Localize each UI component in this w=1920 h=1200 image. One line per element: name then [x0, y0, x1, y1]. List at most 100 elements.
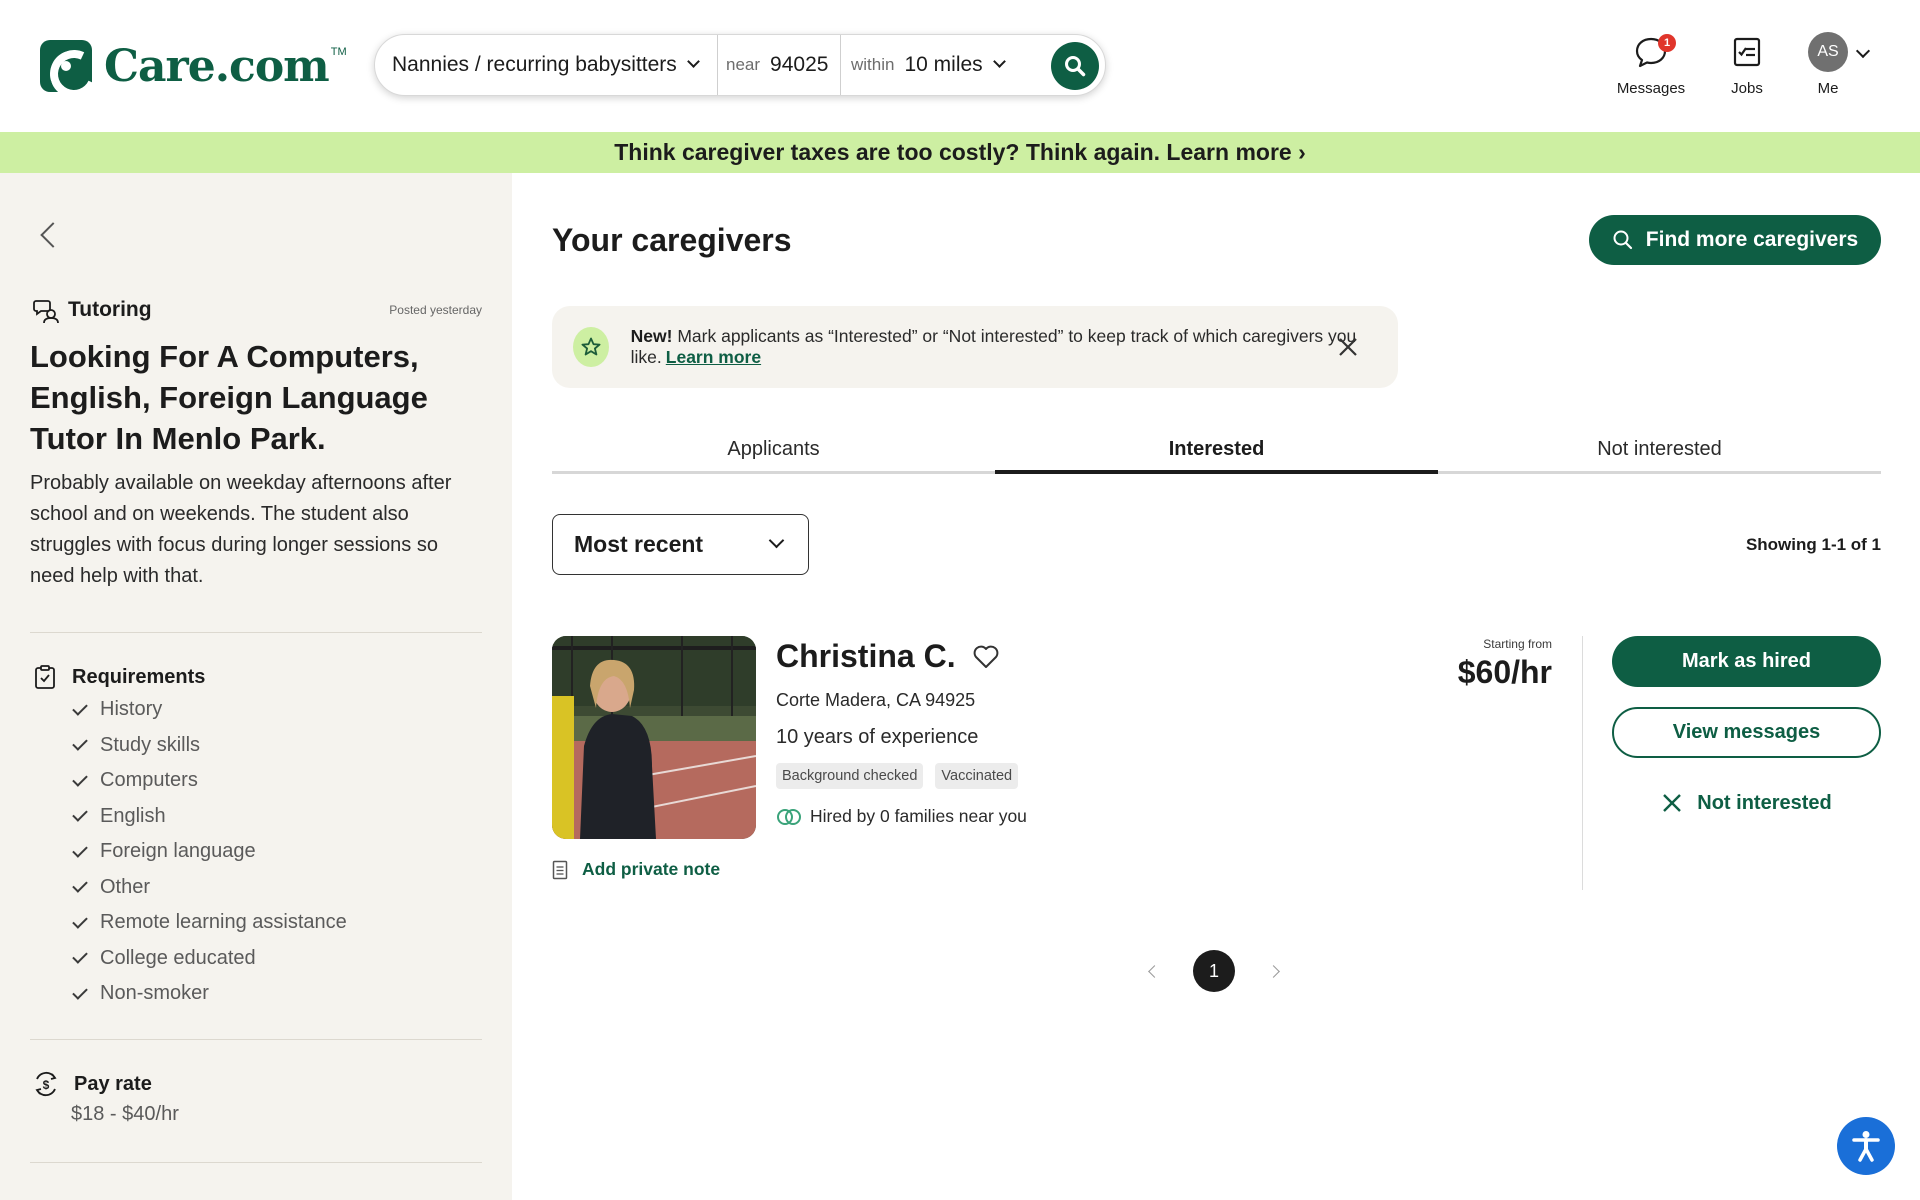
messages-label: Messages [1616, 80, 1686, 97]
requirement-item: Non-smoker [72, 976, 347, 1012]
find-more-label: Find more caregivers [1645, 228, 1859, 251]
tab-not-interested[interactable]: Not interested [1438, 432, 1881, 471]
promo-banner[interactable]: Think caregiver taxes are too costly? Th… [0, 132, 1920, 173]
chevron-down-icon [686, 54, 700, 68]
pagination: 1 [1148, 950, 1280, 992]
check-icon [72, 877, 88, 894]
caregiver-name[interactable]: Christina C. [776, 638, 956, 675]
caregiver-rate: $60/hr [1457, 654, 1552, 690]
caregiver-experience: 10 years of experience [776, 726, 979, 748]
requirement-item: Study skills [72, 728, 347, 764]
requirements-heading: Requirements [32, 664, 205, 690]
find-more-caregivers-button[interactable]: Find more caregivers [1589, 215, 1881, 265]
near-label: near [726, 55, 761, 74]
check-icon [72, 806, 88, 823]
page-number-current[interactable]: 1 [1193, 950, 1235, 992]
requirement-item: Foreign language [72, 834, 347, 870]
chevron-left-icon[interactable] [1148, 964, 1161, 978]
results-count: Showing 1-1 of 1 [1745, 535, 1881, 554]
close-icon [1663, 794, 1682, 812]
service-dropdown[interactable]: Nannies / recurring babysitters [375, 35, 717, 95]
jobs-label: Jobs [1731, 80, 1763, 97]
search-icon [1613, 230, 1632, 250]
vaccinated-badge: Vaccinated [935, 763, 1019, 789]
sidebar-divider [30, 1162, 482, 1163]
page-title: Your caregivers [552, 222, 792, 258]
job-type: Tutoring [32, 296, 152, 324]
background-checked-badge: Background checked [776, 763, 924, 789]
posted-time: Posted yesterday [389, 303, 482, 317]
pay-rate-value: $18 - $40/hr [71, 1103, 179, 1125]
hired-rings-icon [777, 808, 801, 825]
view-messages-button[interactable]: View messages [1612, 707, 1881, 758]
check-icon [72, 948, 88, 965]
chevron-down-icon [992, 54, 1006, 68]
jobs-clipboard-icon [1733, 37, 1761, 67]
sort-dropdown[interactable]: Most recent [552, 514, 809, 575]
requirement-item: History [72, 692, 347, 728]
check-icon [72, 983, 88, 1000]
check-icon [72, 699, 88, 716]
caregiver-badges: Background checked Vaccinated [776, 763, 1030, 789]
star-icon-wrap [573, 327, 609, 367]
notice-new-label: New! [630, 326, 673, 346]
pay-rate-icon: $ [35, 1071, 57, 1097]
requirements-label: Requirements [72, 665, 206, 688]
add-private-note-button[interactable]: Add private note [552, 859, 720, 880]
pay-rate-label: Pay rate [74, 1072, 152, 1095]
not-interested-label: Not interested [1697, 791, 1832, 814]
caregiver-name-row: Christina C. [776, 638, 1000, 675]
learn-more-link[interactable]: Learn more [666, 347, 761, 367]
chevron-down-icon[interactable] [1855, 43, 1871, 59]
zip-input[interactable]: near 94025 [718, 35, 840, 95]
me-label: Me [1817, 80, 1839, 97]
caregiver-photo-image [552, 636, 756, 839]
hired-info: Hired by 0 families near you [776, 806, 1027, 827]
distance-value: 10 miles [904, 53, 983, 76]
tab-applicants[interactable]: Applicants [552, 432, 995, 471]
avatar: AS [1808, 32, 1848, 72]
clipboard-check-icon [35, 665, 55, 689]
requirement-label: English [100, 804, 166, 827]
jobs-icon-wrap [1730, 32, 1764, 72]
caregiver-tabs: Applicants Interested Not interested [552, 432, 1881, 474]
nav-me[interactable]: AS Me [1808, 32, 1848, 97]
sort-value: Most recent [574, 531, 704, 557]
check-icon [72, 912, 88, 929]
star-icon [581, 337, 601, 356]
accessibility-icon [1852, 1131, 1880, 1162]
search-button[interactable] [1051, 42, 1099, 90]
nav-jobs[interactable]: Jobs [1722, 32, 1772, 97]
mark-as-hired-label: Mark as hired [1682, 650, 1811, 672]
note-icon [552, 860, 568, 879]
sidebar-divider [30, 632, 482, 633]
within-label: within [851, 55, 895, 74]
requirement-label: Remote learning assistance [100, 911, 347, 934]
mark-as-hired-button[interactable]: Mark as hired [1612, 636, 1881, 687]
view-messages-label: View messages [1672, 721, 1821, 743]
chevron-right-icon[interactable] [1267, 964, 1280, 978]
requirement-label: College educated [100, 946, 256, 969]
messages-icon-wrap: 1 [1634, 32, 1676, 72]
care-logo[interactable]: Care.com TM [40, 40, 347, 92]
top-header: Care.com TM Nannies / recurring babysitt… [0, 0, 1920, 132]
requirement-label: Non-smoker [100, 982, 209, 1005]
heart-icon[interactable] [972, 644, 1000, 670]
chevron-down-icon [768, 532, 785, 549]
requirement-label: Other [100, 875, 151, 898]
add-note-label: Add private note [582, 859, 721, 879]
accessibility-button[interactable] [1837, 1117, 1895, 1175]
check-icon [72, 770, 88, 787]
distance-dropdown[interactable]: within 10 miles [841, 35, 1053, 95]
messages-badge: 1 [1658, 34, 1676, 52]
nav-messages[interactable]: 1 Messages [1614, 32, 1688, 97]
caregiver-photo[interactable] [552, 636, 756, 839]
tab-interested[interactable]: Interested [995, 432, 1438, 474]
logo-text: Care.com [104, 40, 330, 92]
job-type-label: Tutoring [68, 298, 152, 321]
zip-value: 94025 [770, 53, 829, 76]
requirements-list: History Study skills Computers English F… [72, 692, 347, 1012]
not-interested-button[interactable]: Not interested [1612, 786, 1881, 820]
close-icon[interactable] [1336, 335, 1360, 359]
tutoring-icon [33, 300, 59, 324]
